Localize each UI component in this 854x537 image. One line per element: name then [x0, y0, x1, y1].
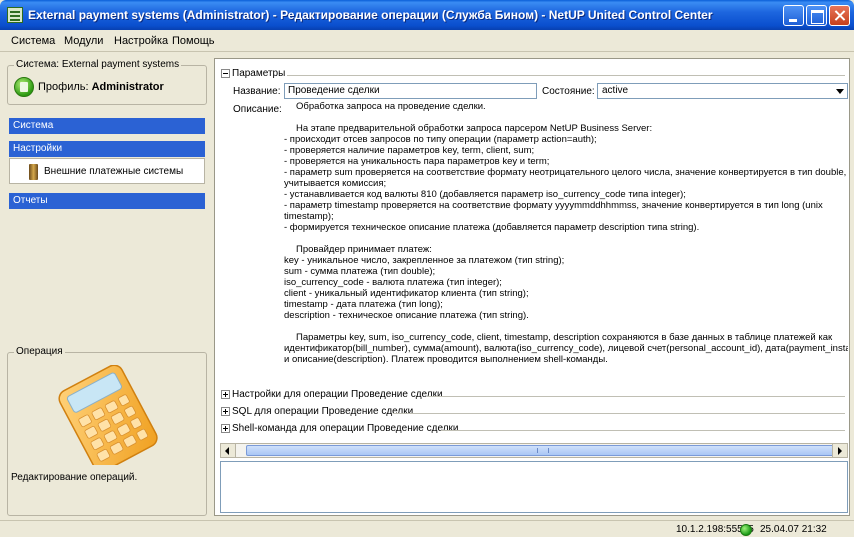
book-icon [29, 164, 38, 180]
description-line: iso_currency_code - валюта платежа (тип … [284, 277, 502, 288]
output-area[interactable] [220, 461, 848, 513]
state-value: active [602, 85, 629, 96]
section-params-title: Параметры [232, 68, 286, 79]
name-input[interactable]: Проведение сделки [284, 83, 537, 99]
operation-group-title: Операция [14, 346, 65, 357]
collapse-icon[interactable] [221, 68, 230, 78]
description-line: и описание(description). Платеж проводит… [284, 354, 608, 365]
calculator-illustration-icon [58, 365, 158, 465]
section-shell-title: Shell-команда для операции Проведение сд… [232, 423, 459, 434]
description-line: - устанавливается код валюты 810 (добавл… [284, 189, 686, 200]
system-group: Система: External payment systems Профил… [7, 59, 207, 105]
menu-modules[interactable]: Модули [64, 35, 103, 47]
nav-external-payment-systems[interactable]: Внешние платежные системы [9, 158, 205, 184]
description-line: Параметры key, sum, iso_currency_code, c… [296, 332, 833, 343]
maximize-button[interactable] [806, 5, 827, 26]
menu-bar: Система Модули Настройка Помощь [0, 30, 854, 52]
app-icon [7, 7, 23, 23]
section-settings-title: Настройки для операции Проведение сделки [232, 389, 443, 400]
section-params-header[interactable]: Параметры [221, 68, 285, 82]
description-label: Описание: [233, 104, 282, 115]
nav-system[interactable]: Система [9, 118, 205, 134]
horizontal-scrollbar[interactable] [220, 443, 848, 458]
description-line: - параметр sum проверяется на соответств… [284, 167, 847, 178]
description-line: timestamp); [284, 211, 334, 222]
profile-label: Профиль: Administrator [38, 81, 164, 93]
description-line: - параметр timestamp проверяется на соот… [284, 200, 823, 211]
description-line: description - техническое описание плате… [284, 310, 529, 321]
operation-editor: Параметры Название: Проведение сделки Со… [214, 58, 850, 516]
expand-icon[interactable] [221, 423, 230, 433]
section-divider [427, 396, 845, 397]
description-line: - проверяется наличие параметров key, te… [284, 145, 535, 156]
section-sql-header[interactable]: SQL для операции Проведение сделки [221, 406, 413, 420]
system-group-title: Система: External payment systems [14, 59, 182, 70]
nav-item-label: Внешние платежные системы [44, 166, 184, 177]
description-text[interactable]: Обработка запроса на проведение сделки. … [284, 101, 848, 383]
description-line: - формируется техническое описание плате… [284, 222, 700, 233]
description-line: key - уникальное число, закрепленное за … [284, 255, 565, 266]
profile-name: Administrator [91, 81, 164, 93]
chevron-down-icon[interactable] [836, 89, 844, 94]
section-divider [287, 75, 845, 76]
description-line: - происходит отсев запросов по типу опер… [284, 134, 597, 145]
description-line: идентификатор(bill_number), сумма(amount… [284, 343, 848, 354]
description-line: - проверяется на уникальность пара парам… [284, 156, 550, 167]
close-button[interactable] [829, 5, 850, 26]
description-line: sum - сумма платежа (тип double); [284, 266, 436, 277]
connection-status-icon [740, 524, 752, 536]
description-line: timestamp - дата платежа (тип long); [284, 299, 443, 310]
section-shell-header[interactable]: Shell-команда для операции Проведение сд… [221, 423, 459, 437]
description-line: На этапе предварительной обработки запро… [296, 123, 653, 134]
title-bar: External payment systems (Administrator)… [0, 0, 854, 30]
section-divider [441, 430, 845, 431]
status-datetime: 25.04.07 21:32 [760, 524, 827, 535]
section-sql-title: SQL для операции Проведение сделки [232, 406, 414, 417]
expand-icon[interactable] [221, 389, 230, 399]
nav-settings[interactable]: Настройки [9, 141, 205, 157]
menu-system[interactable]: Система [11, 35, 55, 47]
section-settings-header[interactable]: Настройки для операции Проведение сделки [221, 389, 443, 403]
operation-caption: Редактирование операций. [11, 472, 138, 483]
menu-help[interactable]: Помощь [172, 35, 215, 47]
nav-reports[interactable]: Отчеты [9, 193, 205, 209]
state-select[interactable]: active [597, 83, 848, 99]
menu-settings[interactable]: Настройка [114, 35, 168, 47]
scroll-left-icon[interactable] [221, 444, 236, 457]
description-line: client - уникальный идентификатор клиент… [284, 288, 529, 299]
calculator-icon [14, 77, 34, 97]
scroll-thumb[interactable] [246, 445, 834, 456]
expand-icon[interactable] [221, 406, 230, 416]
name-label: Название: [233, 86, 281, 97]
description-line: Провайдер принимает платеж: [296, 244, 432, 255]
status-bar: 10.1.2.198:55555 25.04.07 21:32 [0, 520, 854, 537]
state-label: Состояние: [542, 86, 595, 97]
window-title: External payment systems (Administrator)… [28, 8, 713, 22]
description-line: Обработка запроса на проведение сделки. [296, 101, 486, 112]
section-divider [393, 413, 845, 414]
scroll-right-icon[interactable] [832, 444, 847, 457]
description-line: учитывается комиссия; [284, 178, 387, 189]
minimize-button[interactable] [783, 5, 804, 26]
